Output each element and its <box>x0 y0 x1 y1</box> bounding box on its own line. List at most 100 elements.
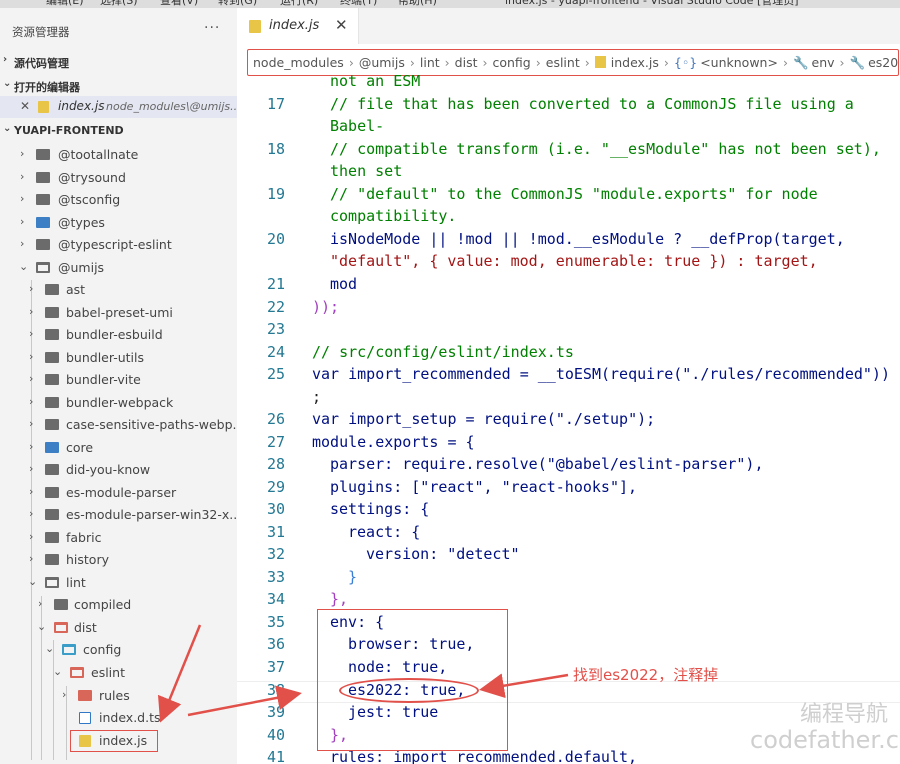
code-line: // "default" to the CommonJS "module.exp… <box>330 185 818 203</box>
close-icon[interactable]: ✕ <box>335 16 348 34</box>
tree-item-history[interactable]: › history <box>0 549 237 571</box>
tree-item-index-d-ts[interactable]: index.d.ts <box>0 707 237 729</box>
tree-item-ast[interactable]: › ast <box>0 279 237 301</box>
chevron-right-icon: › <box>663 55 669 70</box>
watermark-url: codefather.cn <box>750 726 900 754</box>
tree-item-fabric[interactable]: › fabric <box>0 527 237 549</box>
tab-index-js[interactable]: index.js ✕ <box>237 8 359 44</box>
breadcrumb-item[interactable]: @umijs <box>359 55 405 70</box>
tree-item-tsconfig[interactable]: › @tsconfig <box>0 189 237 211</box>
tree-item-bundler-utils[interactable]: › bundler-utils <box>0 347 237 369</box>
breadcrumb-item[interactable]: <unknown> <box>700 55 778 70</box>
line-number: 36 <box>266 635 285 653</box>
code-line: plugins: ["react", "react-hooks"], <box>330 478 638 496</box>
section-source-control[interactable]: › 源代码管理 <box>0 52 237 72</box>
code-line: parser: require.resolve("@babel/eslint-p… <box>330 455 764 473</box>
folder-icon <box>45 352 59 363</box>
tree-item-umijs[interactable]: ⌄ @umijs <box>0 257 237 279</box>
tree-item-label: lint <box>66 575 86 590</box>
menu-edit[interactable]: 编辑(E) <box>46 0 84 8</box>
tree-item-bundler-esbuild[interactable]: › bundler-esbuild <box>0 324 237 346</box>
more-actions-icon[interactable]: ··· <box>204 20 220 36</box>
code-line: mod <box>330 275 358 293</box>
menu-view[interactable]: 查看(V) <box>160 0 198 8</box>
tree-item-tootallnate[interactable]: › @tootallnate <box>0 144 237 166</box>
line-number: 22 <box>266 298 285 316</box>
menu-bar: 编辑(E) 选择(S) 查看(V) 转到(G) 运行(R) 终端(T) 帮助(H… <box>0 0 900 8</box>
menu-go[interactable]: 转到(G) <box>218 0 257 8</box>
tree-item-types[interactable]: › @types <box>0 212 237 234</box>
line-number: 19 <box>266 185 285 203</box>
tree-item-config[interactable]: ⌄ config <box>0 639 237 661</box>
wrench-icon: 🔧 <box>849 55 866 70</box>
annotation-box-file <box>70 730 158 752</box>
menu-terminal[interactable]: 终端(T) <box>340 0 377 8</box>
tree-item-eslint[interactable]: ⌄ eslint <box>0 662 237 684</box>
chevron-right-icon: › <box>20 192 25 205</box>
chevron-right-icon: › <box>29 327 34 340</box>
tree-item-case-sensitive-paths[interactable]: › case-sensitive-paths-webp... <box>0 414 237 436</box>
chevron-right-icon: › <box>29 462 34 475</box>
open-editor-item[interactable]: ✕ index.js node_modules\@umijs... <box>0 96 237 118</box>
tree-item-babel-preset-umi[interactable]: › babel-preset-umi <box>0 302 237 324</box>
breadcrumb-item[interactable]: es2022 <box>868 55 898 70</box>
tree-item-es-module-parser[interactable]: › es-module-parser <box>0 482 237 504</box>
tab-bar: index.js ✕ <box>237 8 900 44</box>
menu-selection[interactable]: 选择(S) <box>100 0 138 8</box>
tree-item-label: @umijs <box>58 260 105 275</box>
code-line: isNodeMode || !mod || !mod.__esModule ? … <box>330 230 845 248</box>
js-file-icon <box>594 56 606 68</box>
chevron-right-icon: › <box>20 215 25 228</box>
tree-item-bundler-webpack[interactable]: › bundler-webpack <box>0 392 237 414</box>
close-icon[interactable]: ✕ <box>20 99 30 113</box>
breadcrumb-item[interactable]: env <box>812 55 835 70</box>
tree-item-trysound[interactable]: › @trysound <box>0 167 237 189</box>
line-number: 27 <box>266 433 285 451</box>
folder-icon <box>45 284 59 295</box>
tree-item-compiled[interactable]: › compiled <box>0 594 237 616</box>
menu-help[interactable]: 帮助(H) <box>398 0 437 8</box>
breadcrumb-item[interactable]: lint <box>420 55 440 70</box>
tree-item-label: bundler-esbuild <box>66 327 163 342</box>
line-number: 17 <box>266 95 285 113</box>
folder-icon <box>45 487 59 498</box>
tree-item-rules[interactable]: › rules <box>0 685 237 707</box>
tree-item-label: @trysound <box>58 170 126 185</box>
line-number: 37 <box>266 658 285 676</box>
line-number: 24 <box>266 343 285 361</box>
tree-item-typescript-eslint[interactable]: › @typescript-eslint <box>0 234 237 256</box>
chevron-right-icon: › <box>20 147 25 160</box>
section-project[interactable]: ⌄ YUAPI-FRONTEND <box>0 121 237 141</box>
tree-item-label: history <box>66 552 109 567</box>
chevron-down-icon: ⌄ <box>53 665 63 678</box>
folder-open-icon <box>54 622 68 633</box>
folder-icon <box>36 172 50 183</box>
tree-item-core[interactable]: › core <box>0 437 237 459</box>
tree-item-bundler-vite[interactable]: › bundler-vite <box>0 369 237 391</box>
tree-item-label: bundler-utils <box>66 350 145 365</box>
section-open-editors[interactable]: ⌄ 打开的编辑器 <box>0 76 237 96</box>
code-line: not an ESM <box>330 72 421 90</box>
tree-item-dist[interactable]: ⌄ dist <box>0 617 237 639</box>
chevron-down-icon: ⌄ <box>28 575 38 588</box>
menu-run[interactable]: 运行(R) <box>280 0 318 8</box>
tree-item-lint[interactable]: ⌄ lint <box>0 572 237 594</box>
tab-label: index.js <box>269 18 320 33</box>
tree-item-es-module-parser-win32[interactable]: › es-module-parser-win32-x... <box>0 504 237 526</box>
tree-item-did-you-know[interactable]: › did-you-know <box>0 459 237 481</box>
chevron-right-icon: › <box>29 485 34 498</box>
chevron-down-icon: ⌄ <box>19 260 29 273</box>
breadcrumb-item[interactable]: node_modules <box>253 55 344 70</box>
chevron-right-icon: › <box>29 305 34 318</box>
breadcrumb-item[interactable]: dist <box>455 55 478 70</box>
module-icon: {◦} <box>673 55 698 70</box>
breadcrumb-item[interactable]: index.js <box>611 55 659 70</box>
code-line: then set <box>330 162 403 180</box>
breadcrumb-item[interactable]: eslint <box>546 55 580 70</box>
chevron-right-icon: › <box>444 55 450 70</box>
annotation-text: 找到es2022，注释掉 <box>573 666 719 684</box>
code-line: // src/config/eslint/index.ts <box>312 343 574 361</box>
chevron-right-icon: › <box>29 507 34 520</box>
tree-item-label: index.d.ts <box>99 710 161 725</box>
breadcrumb-item[interactable]: config <box>492 55 530 70</box>
